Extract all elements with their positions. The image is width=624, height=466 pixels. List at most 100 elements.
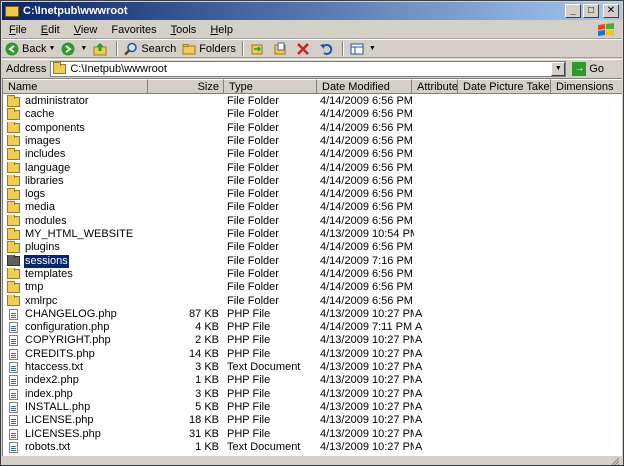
folder-row[interactable]: images File Folder 4/14/2009 6:56 PM <box>3 134 622 148</box>
file-list[interactable]: Name Size Type Date Modified Attributes … <box>2 78 622 456</box>
row-name[interactable]: CREDITS.php <box>24 348 96 361</box>
folder-row[interactable]: includes File Folder 4/14/2009 6:56 PM <box>3 148 622 161</box>
row-name[interactable]: index2.php <box>24 374 80 387</box>
row-name[interactable]: MY_HTML_WEBSITE <box>24 228 134 241</box>
row-name-cell[interactable]: htaccess.txt <box>7 361 147 374</box>
file-row[interactable]: LICENSES.php 31 KB PHP File 4/13/2009 10:27… <box>3 428 622 441</box>
chevron-down-icon[interactable]: ▼ <box>369 45 376 52</box>
row-name[interactable]: images <box>24 135 61 148</box>
row-name[interactable]: tmp <box>24 281 44 294</box>
back-button[interactable]: Back ▼ <box>2 40 58 57</box>
row-name-cell[interactable]: language <box>7 161 147 175</box>
title-bar[interactable]: C:\Inetpub\wwwroot _ □ ✕ <box>2 2 622 20</box>
row-name[interactable]: modules <box>24 215 68 228</box>
chevron-down-icon[interactable]: ▼ <box>80 45 87 52</box>
row-name-cell[interactable]: components <box>7 121 147 135</box>
menu-file[interactable]: File <box>2 21 34 39</box>
row-name-cell[interactable]: libraries <box>7 174 147 188</box>
row-name-cell[interactable]: logs <box>7 188 147 201</box>
column-header-size[interactable]: Size <box>148 79 224 94</box>
row-name[interactable]: components <box>24 122 86 135</box>
folder-row[interactable]: plugins File Folder 4/14/2009 6:56 PM <box>3 241 622 254</box>
row-name-cell[interactable]: sessions <box>7 254 147 268</box>
chevron-down-icon[interactable]: ▼ <box>551 61 566 76</box>
row-name-cell[interactable]: templates <box>7 267 147 281</box>
folder-row[interactable]: logs File Folder 4/14/2009 6:56 PM <box>3 188 622 201</box>
row-name[interactable]: templates <box>24 268 74 281</box>
file-row[interactable]: index.php 3 KB PHP File 4/13/2009 10:27 PM A <box>3 388 622 401</box>
row-name-cell[interactable]: CREDITS.php <box>7 348 147 361</box>
resize-grip-icon[interactable] <box>610 457 620 465</box>
row-name[interactable]: htaccess.txt <box>24 361 84 374</box>
go-button[interactable]: → Go <box>572 61 604 76</box>
folder-row[interactable]: language File Folder 4/14/2009 6:56 PM <box>3 161 622 175</box>
folder-row[interactable]: cache File Folder 4/14/2009 6:56 PM <box>3 108 622 121</box>
folders-button[interactable]: Folders <box>179 40 239 57</box>
row-name-cell[interactable]: includes <box>7 148 147 161</box>
column-header-name[interactable]: Name <box>3 79 148 94</box>
row-name[interactable]: libraries <box>24 175 65 188</box>
row-name[interactable]: INSTALL.php <box>24 401 91 414</box>
address-field[interactable]: C:\Inetpub\wwwroot ▼ <box>50 60 567 77</box>
row-name[interactable]: cache <box>24 108 55 121</box>
folder-row[interactable]: tmp File Folder 4/14/2009 6:56 PM <box>3 281 622 294</box>
row-name-cell[interactable]: robots.txt <box>7 441 147 454</box>
folder-row[interactable]: components File Folder 4/14/2009 6:56 PM <box>3 121 622 135</box>
views-button[interactable]: ▼ <box>347 40 379 57</box>
minimize-button[interactable]: _ <box>565 4 581 18</box>
menu-edit[interactable]: Edit <box>34 21 67 39</box>
delete-button[interactable] <box>293 40 316 57</box>
file-row[interactable]: configuration.php 4 KB PHP File 4/14/2009 7… <box>3 321 622 334</box>
row-name-cell[interactable]: COPYRIGHT.php <box>7 334 147 347</box>
file-row[interactable]: index2.php 1 KB PHP File 4/13/2009 10:27 PM… <box>3 374 622 387</box>
forward-button[interactable]: ▼ <box>58 40 90 57</box>
file-row[interactable]: CHANGELOG.php 87 KB PHP File 4/13/2009 10:2… <box>3 308 622 321</box>
row-name[interactable]: index.php <box>24 388 74 401</box>
copy-to-button[interactable] <box>270 40 293 57</box>
folder-row[interactable]: media File Folder 4/14/2009 6:56 PM <box>3 201 622 214</box>
folder-row[interactable]: libraries File Folder 4/14/2009 6:56 PM <box>3 174 622 188</box>
folder-row[interactable]: MY_HTML_WEBSITE File Folder 4/13/2009 10:5… <box>3 228 622 241</box>
folder-row[interactable]: sessions File Folder 4/14/2009 7:16 PM <box>3 254 622 268</box>
row-name[interactable]: administrator <box>24 95 90 108</box>
file-row[interactable]: CREDITS.php 14 KB PHP File 4/13/2009 10:27 … <box>3 348 622 361</box>
row-name[interactable]: LICENSE.php <box>24 414 94 427</box>
row-name-cell[interactable]: LICENSES.php <box>7 428 147 441</box>
column-header-attributes[interactable]: Attributes <box>412 79 458 94</box>
folder-row[interactable]: templates File Folder 4/14/2009 6:56 PM <box>3 267 622 281</box>
row-name[interactable]: xmlrpc <box>24 295 58 308</box>
search-button[interactable]: Search <box>121 40 179 57</box>
menu-tools[interactable]: Tools <box>164 21 204 39</box>
menu-view[interactable]: View <box>67 21 105 39</box>
row-name-cell[interactable]: tmp <box>7 281 147 294</box>
menu-help[interactable]: Help <box>203 21 240 39</box>
row-name-cell[interactable]: MY_HTML_WEBSITE <box>7 228 147 241</box>
column-header-date-picture-taken[interactable]: Date Picture Taken <box>458 79 551 94</box>
row-name-cell[interactable]: media <box>7 201 147 214</box>
folder-row[interactable]: administrator File Folder 4/14/2009 6:56 P… <box>3 95 622 108</box>
address-value[interactable]: C:\Inetpub\wwwroot <box>70 63 551 75</box>
up-folder-button[interactable] <box>90 40 113 57</box>
column-header-date-modified[interactable]: Date Modified <box>317 79 412 94</box>
column-header-dimensions[interactable]: Dimensions <box>551 79 622 94</box>
row-name-cell[interactable]: administrator <box>7 95 147 108</box>
row-name-cell[interactable]: xmlrpc <box>7 294 147 308</box>
chevron-down-icon[interactable]: ▼ <box>48 45 55 52</box>
move-to-button[interactable] <box>247 40 270 57</box>
row-name[interactable]: plugins <box>24 241 61 254</box>
file-row[interactable]: COPYRIGHT.php 2 KB PHP File 4/13/2009 10:27… <box>3 334 622 347</box>
file-row[interactable]: htaccess.txt 3 KB Text Document 4/13/2009 1… <box>3 361 622 374</box>
row-name-cell[interactable]: INSTALL.php <box>7 401 147 414</box>
menu-favorites[interactable]: Favorites <box>104 21 163 39</box>
row-name-cell[interactable]: images <box>7 134 147 148</box>
maximize-button[interactable]: □ <box>583 4 599 18</box>
row-name-cell[interactable]: CHANGELOG.php <box>7 308 147 321</box>
folder-row[interactable]: xmlrpc File Folder 4/14/2009 6:56 PM <box>3 294 622 308</box>
row-name[interactable]: language <box>24 162 71 175</box>
row-name-cell[interactable]: index.php <box>7 388 147 401</box>
row-name[interactable]: media <box>24 201 56 214</box>
row-name-cell[interactable]: index2.php <box>7 374 147 387</box>
file-row[interactable]: LICENSE.php 18 KB PHP File 4/13/2009 10:27 … <box>3 414 622 427</box>
column-header-type[interactable]: Type <box>224 79 317 94</box>
folder-row[interactable]: modules File Folder 4/14/2009 6:56 PM <box>3 214 622 228</box>
